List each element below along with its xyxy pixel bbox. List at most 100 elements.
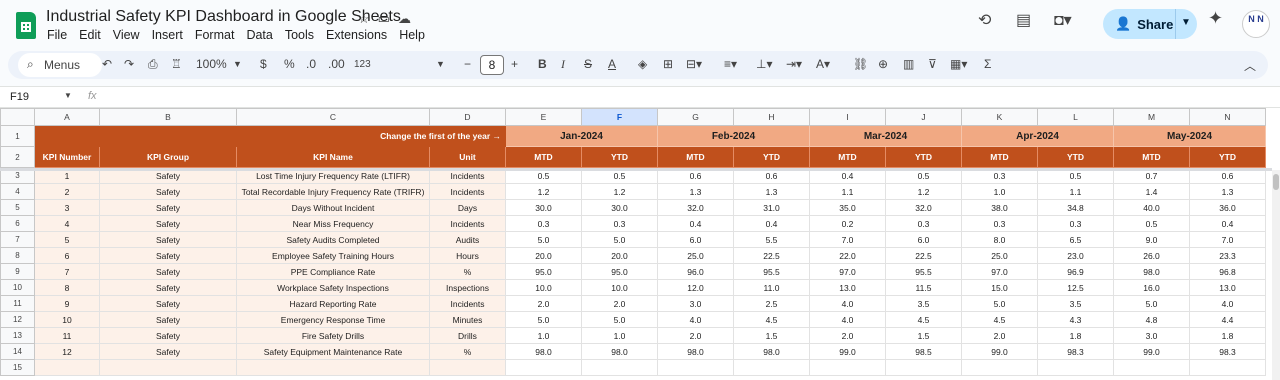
column-header-n[interactable]: N — [1189, 108, 1266, 126]
ytd-value-cell[interactable]: 98.5 — [885, 343, 962, 360]
ytd-value-cell[interactable]: 12.5 — [1037, 279, 1114, 296]
kpi-number-cell[interactable]: 5 — [34, 231, 100, 248]
unit-cell[interactable]: % — [429, 263, 506, 280]
insert-comment-icon[interactable]: ⊕ — [878, 57, 888, 71]
collapse-toolbar-icon[interactable]: ︿ — [1244, 57, 1256, 74]
unit-cell[interactable]: Incidents — [429, 183, 506, 200]
mtd-value-cell[interactable]: 1.0 — [961, 183, 1038, 200]
kpi-name-cell[interactable]: Total Recordable Injury Frequency Rate (… — [236, 183, 430, 200]
zoom-select[interactable]: 100% — [196, 57, 227, 71]
ytd-value-cell[interactable]: 2.0 — [581, 295, 658, 312]
row-header[interactable]: 6 — [0, 215, 35, 232]
kpi-group-cell[interactable] — [99, 359, 237, 376]
kpi-name-cell[interactable]: PPE Compliance Rate — [236, 263, 430, 280]
ytd-value-cell[interactable]: 4.4 — [1189, 311, 1266, 328]
history-icon[interactable]: ⟲ — [978, 10, 991, 30]
kpi-number-cell[interactable]: 12 — [34, 343, 100, 360]
column-header-k[interactable]: K — [961, 108, 1038, 126]
unit-cell[interactable]: % — [429, 343, 506, 360]
text-rotation-icon[interactable]: A▾ — [816, 57, 830, 71]
unit-cell[interactable]: Inspections — [429, 279, 506, 296]
ytd-value-cell[interactable]: 23.0 — [1037, 247, 1114, 264]
ytd-value-cell[interactable]: 1.0 — [581, 327, 658, 344]
column-header-a[interactable]: A — [34, 108, 100, 126]
meet-icon[interactable]: ◘▾ — [1054, 10, 1072, 30]
mtd-value-cell[interactable]: 5.0 — [505, 231, 582, 248]
kpi-name-cell[interactable]: Workplace Safety Inspections — [236, 279, 430, 296]
unit-cell[interactable]: Audits — [429, 231, 506, 248]
kpi-group-cell[interactable]: Safety — [99, 263, 237, 280]
mtd-value-cell[interactable]: 95.0 — [505, 263, 582, 280]
mtd-value-cell[interactable] — [505, 359, 582, 376]
kpi-name-cell[interactable]: Days Without Incident — [236, 199, 430, 216]
mtd-value-cell[interactable]: 99.0 — [961, 343, 1038, 360]
ytd-header[interactable]: YTD — [885, 146, 962, 168]
kpi-name-cell[interactable]: Safety Equipment Maintenance Rate — [236, 343, 430, 360]
select-all-corner[interactable] — [0, 108, 35, 126]
mtd-value-cell[interactable]: 96.0 — [657, 263, 734, 280]
kpi-number-cell[interactable]: 6 — [34, 247, 100, 264]
ytd-value-cell[interactable]: 5.5 — [733, 231, 810, 248]
mtd-value-cell[interactable]: 98.0 — [657, 343, 734, 360]
fill-color-icon[interactable]: ◈ — [638, 57, 647, 71]
increase-decimal-button[interactable]: .00 — [328, 57, 345, 71]
kpi-name-cell[interactable]: Near Miss Frequency — [236, 215, 430, 232]
ytd-value-cell[interactable] — [885, 359, 962, 376]
kpi-number-cell[interactable]: 2 — [34, 183, 100, 200]
more-formats-button[interactable]: 123 — [354, 59, 371, 70]
ytd-value-cell[interactable]: 96.9 — [1037, 263, 1114, 280]
ytd-value-cell[interactable]: 2.5 — [733, 295, 810, 312]
mtd-value-cell[interactable]: 4.5 — [961, 311, 1038, 328]
kpi-group-cell[interactable]: Safety — [99, 247, 237, 264]
mtd-header[interactable]: MTD — [809, 146, 886, 168]
column-header-i[interactable]: I — [809, 108, 886, 126]
kpi-name-cell[interactable] — [236, 359, 430, 376]
kpi-number-cell[interactable]: 10 — [34, 311, 100, 328]
mtd-value-cell[interactable]: 13.0 — [809, 279, 886, 296]
frozen-rows-divider[interactable] — [0, 168, 1272, 171]
column-header-c[interactable]: C — [236, 108, 430, 126]
month-header[interactable]: Jan-2024 — [505, 125, 658, 147]
mtd-value-cell[interactable]: 12.0 — [657, 279, 734, 296]
unit-header[interactable]: Unit — [429, 146, 506, 168]
horizontal-align-icon[interactable]: ≡▾ — [724, 57, 737, 71]
ytd-value-cell[interactable]: 7.0 — [1189, 231, 1266, 248]
functions-icon[interactable]: Σ — [984, 57, 991, 71]
kpi-group-cell[interactable]: Safety — [99, 311, 237, 328]
name-box[interactable]: F19 — [10, 91, 29, 103]
ytd-value-cell[interactable]: 1.2 — [581, 183, 658, 200]
row-header[interactable]: 4 — [0, 183, 35, 200]
kpi-number-cell[interactable]: 11 — [34, 327, 100, 344]
column-header-h[interactable]: H — [733, 108, 810, 126]
mtd-value-cell[interactable]: 22.0 — [809, 247, 886, 264]
ytd-value-cell[interactable]: 1.8 — [1189, 327, 1266, 344]
mtd-value-cell[interactable]: 4.0 — [809, 295, 886, 312]
kpi-group-cell[interactable]: Safety — [99, 231, 237, 248]
mtd-value-cell[interactable]: 25.0 — [657, 247, 734, 264]
move-folder-icon[interactable]: ▭ — [378, 11, 390, 27]
ytd-value-cell[interactable] — [733, 359, 810, 376]
text-color-icon[interactable]: A — [608, 57, 616, 71]
ytd-value-cell[interactable]: 0.3 — [885, 215, 962, 232]
mtd-value-cell[interactable]: 3.0 — [1113, 327, 1190, 344]
search-menus[interactable]: ⌕ Menus — [18, 53, 102, 77]
ytd-value-cell[interactable]: 95.0 — [581, 263, 658, 280]
kpi-group-cell[interactable]: Safety — [99, 295, 237, 312]
ytd-value-cell[interactable]: 3.5 — [885, 295, 962, 312]
font-dropdown-icon[interactable]: ▼ — [436, 59, 445, 69]
menu-edit[interactable]: Edit — [79, 28, 101, 42]
paint-format-icon[interactable]: ♖ — [171, 57, 182, 71]
scrollbar-thumb[interactable] — [1273, 174, 1279, 190]
sheets-logo-icon[interactable] — [16, 12, 36, 39]
percent-format-button[interactable]: % — [284, 57, 295, 71]
ytd-value-cell[interactable]: 0.3 — [581, 215, 658, 232]
insert-chart-icon[interactable]: ▥ — [903, 57, 914, 71]
ytd-value-cell[interactable]: 96.8 — [1189, 263, 1266, 280]
mtd-value-cell[interactable]: 97.0 — [809, 263, 886, 280]
ytd-header[interactable]: YTD — [581, 146, 658, 168]
kpi-name-cell[interactable]: Hazard Reporting Rate — [236, 295, 430, 312]
mtd-value-cell[interactable]: 10.0 — [505, 279, 582, 296]
unit-cell[interactable]: Hours — [429, 247, 506, 264]
star-icon[interactable]: ☆ — [358, 11, 370, 27]
mtd-value-cell[interactable]: 98.0 — [1113, 263, 1190, 280]
